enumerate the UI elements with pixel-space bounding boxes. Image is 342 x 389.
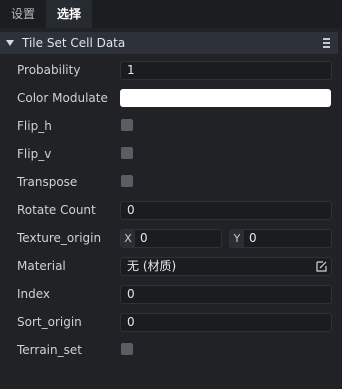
property-row-index: Index 0 [0, 280, 342, 308]
probability-input[interactable]: 1 [120, 61, 332, 80]
material-label: Material [17, 259, 66, 273]
section-header-tile-set-cell-data[interactable]: Tile Set Cell Data [0, 32, 338, 54]
transpose-label: Transpose [17, 175, 78, 189]
tab-selection[interactable]: 选择 [46, 0, 92, 28]
tab-settings[interactable]: 设置 [0, 0, 46, 28]
section-title: Tile Set Cell Data [22, 36, 126, 50]
collapse-arrow-icon[interactable] [6, 40, 14, 46]
color-modulate-picker[interactable] [120, 89, 331, 107]
property-row-transpose: Transpose [0, 168, 342, 196]
property-row-flip-v: Flip_v [0, 140, 342, 168]
y-axis-label: Y [230, 230, 244, 247]
property-row-probability: Probability 1 [0, 56, 342, 84]
index-value: 0 [127, 287, 135, 301]
property-row-color-modulate: Color Modulate [0, 84, 342, 112]
tab-bar: 设置 选择 [0, 0, 342, 28]
terrain-set-label: Terrain_set [17, 343, 82, 357]
texture-origin-y-input[interactable]: Y 0 [229, 229, 332, 248]
probability-label: Probability [17, 63, 81, 77]
texture-origin-x-value: 0 [140, 231, 148, 245]
rotate-count-value: 0 [127, 203, 135, 217]
x-axis-label: X [121, 230, 135, 247]
material-value: 无 (材质) [127, 259, 177, 273]
transpose-checkbox[interactable] [121, 175, 133, 187]
texture-origin-label: Texture_origin [17, 231, 102, 245]
rotate-count-label: Rotate Count [17, 203, 96, 217]
flip-v-checkbox[interactable] [121, 147, 133, 159]
sort-origin-label: Sort_origin [17, 315, 82, 329]
texture-origin-x-input[interactable]: X 0 [120, 229, 222, 248]
terrain-set-checkbox[interactable] [121, 343, 133, 355]
property-row-texture-origin: Texture_origin X 0 Y 0 [0, 224, 342, 252]
probability-value: 1 [127, 63, 135, 77]
property-row-rotate-count: Rotate Count 0 [0, 196, 342, 224]
material-resource-picker[interactable]: 无 (材质) [120, 257, 332, 276]
flip-h-label: Flip_h [17, 119, 52, 133]
texture-origin-y-value: 0 [249, 231, 257, 245]
flip-h-checkbox[interactable] [121, 119, 133, 131]
sort-origin-value: 0 [127, 315, 135, 329]
sort-origin-input[interactable]: 0 [120, 313, 332, 332]
property-row-material: Material 无 (材质) [0, 252, 342, 280]
color-modulate-label: Color Modulate [17, 91, 108, 105]
property-row-terrain-set: Terrain_set [0, 336, 342, 364]
index-input[interactable]: 0 [120, 285, 332, 304]
property-row-sort-origin: Sort_origin 0 [0, 308, 342, 336]
edit-resource-icon[interactable] [316, 261, 327, 272]
menu-icon[interactable] [323, 38, 330, 48]
index-label: Index [17, 287, 51, 301]
property-row-flip-h: Flip_h [0, 112, 342, 140]
rotate-count-input[interactable]: 0 [120, 201, 332, 220]
flip-v-label: Flip_v [17, 147, 52, 161]
